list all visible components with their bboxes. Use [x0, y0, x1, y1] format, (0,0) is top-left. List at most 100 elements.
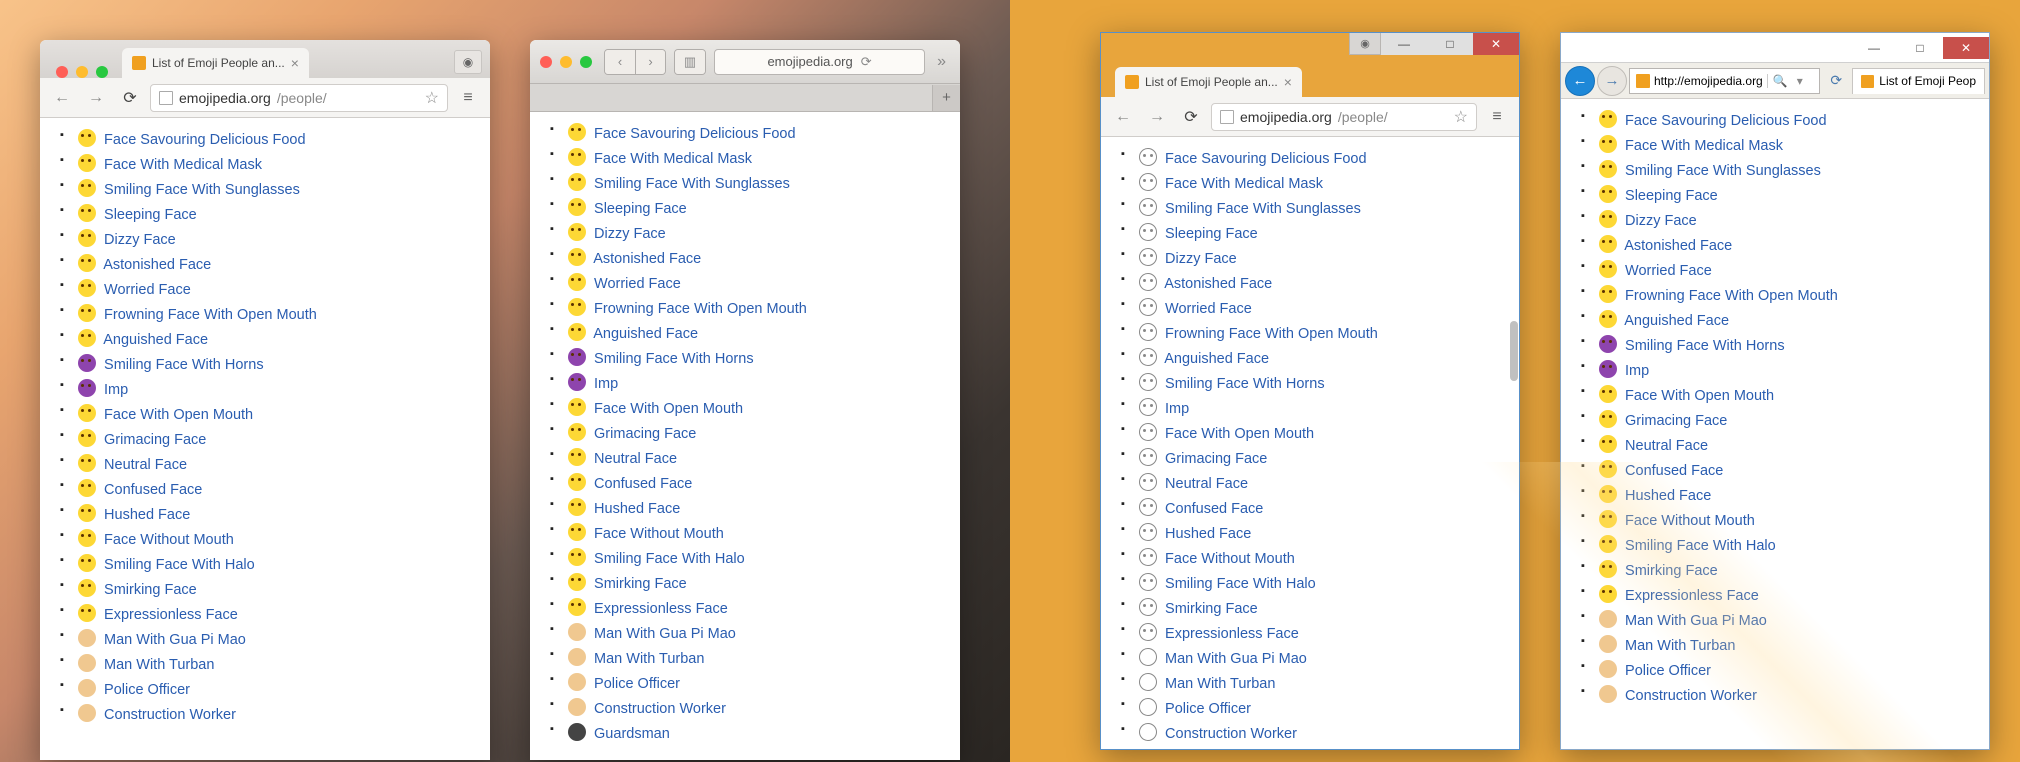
emoji-link[interactable]: Imp: [594, 376, 618, 392]
address-bar[interactable]: emojipedia.org ⟳: [714, 49, 925, 75]
address-bar[interactable]: emojipedia.org/people/ ☆: [1211, 103, 1477, 131]
emoji-link[interactable]: Construction Worker: [594, 701, 726, 717]
close-tab-icon[interactable]: ×: [291, 55, 299, 71]
reload-button[interactable]: ⟳: [116, 84, 144, 112]
maximize-button[interactable]: □: [1897, 37, 1943, 59]
emoji-link[interactable]: Man With Turban: [104, 657, 214, 673]
bookmark-icon[interactable]: ☆: [1454, 107, 1468, 127]
emoji-link[interactable]: Face Savouring Delicious Food: [594, 126, 796, 142]
emoji-link[interactable]: Smiling Face With Horns: [104, 357, 264, 373]
emoji-link[interactable]: Man With Gua Pi Mao: [1165, 651, 1307, 667]
emoji-link[interactable]: Face With Open Mouth: [104, 407, 253, 423]
emoji-link[interactable]: Grimacing Face: [1625, 413, 1727, 429]
emoji-link[interactable]: Man With Turban: [594, 651, 704, 667]
minimize-button[interactable]: —: [1381, 33, 1427, 55]
maximize-button[interactable]: □: [1427, 33, 1473, 55]
emoji-link[interactable]: Hushed Face: [1625, 488, 1711, 504]
sidebar-button[interactable]: ▥: [674, 49, 706, 75]
bookmark-icon[interactable]: ☆: [425, 88, 439, 108]
emoji-link[interactable]: Grimacing Face: [594, 426, 696, 442]
emoji-link[interactable]: Anguished Face: [103, 332, 208, 348]
emoji-link[interactable]: Smiling Face With Sunglasses: [1165, 201, 1361, 217]
forward-button[interactable]: →: [1143, 103, 1171, 131]
forward-button[interactable]: →: [82, 84, 110, 112]
emoji-link[interactable]: Smiling Face With Sunglasses: [594, 176, 790, 192]
emoji-link[interactable]: Confused Face: [1625, 463, 1723, 479]
emoji-link[interactable]: Imp: [1625, 363, 1649, 379]
emoji-link[interactable]: Face Without Mouth: [1165, 551, 1295, 567]
emoji-link[interactable]: Frowning Face With Open Mouth: [594, 301, 807, 317]
emoji-link[interactable]: Sleeping Face: [1625, 188, 1718, 204]
emoji-link[interactable]: Neutral Face: [1625, 438, 1708, 454]
emoji-link[interactable]: Guardsman: [594, 726, 670, 742]
emoji-link[interactable]: Smiling Face With Horns: [1625, 338, 1785, 354]
emoji-link[interactable]: Neutral Face: [1165, 476, 1248, 492]
emoji-link[interactable]: Smirking Face: [104, 582, 197, 598]
emoji-link[interactable]: Astonished Face: [1164, 276, 1272, 292]
emoji-link[interactable]: Smirking Face: [594, 576, 687, 592]
emoji-link[interactable]: Frowning Face With Open Mouth: [104, 307, 317, 323]
profile-button[interactable]: ◉: [1349, 33, 1381, 55]
emoji-link[interactable]: Anguished Face: [1624, 313, 1729, 329]
profile-button[interactable]: ◉: [454, 50, 482, 74]
emoji-link[interactable]: Sleeping Face: [1165, 226, 1258, 242]
emoji-link[interactable]: Police Officer: [1625, 663, 1711, 679]
emoji-link[interactable]: Astonished Face: [103, 257, 211, 273]
address-bar[interactable]: emojipedia.org/people/ ☆: [150, 84, 448, 112]
emoji-link[interactable]: Smiling Face With Halo: [104, 557, 255, 573]
reload-button[interactable]: ⟳: [1822, 72, 1850, 89]
emoji-link[interactable]: Anguished Face: [1164, 351, 1269, 367]
emoji-link[interactable]: Confused Face: [594, 476, 692, 492]
emoji-link[interactable]: Dizzy Face: [1625, 213, 1697, 229]
emoji-link[interactable]: Dizzy Face: [104, 232, 176, 248]
back-button[interactable]: ←: [48, 84, 76, 112]
forward-button[interactable]: →: [1597, 66, 1627, 96]
emoji-link[interactable]: Hushed Face: [594, 501, 680, 517]
emoji-link[interactable]: Smirking Face: [1165, 601, 1258, 617]
emoji-link[interactable]: Confused Face: [104, 482, 202, 498]
back-button[interactable]: ←: [1565, 66, 1595, 96]
emoji-link[interactable]: Face With Medical Mask: [104, 157, 262, 173]
emoji-link[interactable]: Grimacing Face: [104, 432, 206, 448]
new-tab-button[interactable]: +: [932, 85, 960, 111]
maximize-icon[interactable]: [580, 56, 592, 68]
emoji-link[interactable]: Face With Open Mouth: [1625, 388, 1774, 404]
emoji-link[interactable]: Expressionless Face: [594, 601, 728, 617]
emoji-link[interactable]: Face With Medical Mask: [594, 151, 752, 167]
emoji-link[interactable]: Dizzy Face: [1165, 251, 1237, 267]
emoji-link[interactable]: Confused Face: [1165, 501, 1263, 517]
emoji-link[interactable]: Smiling Face With Horns: [1165, 376, 1325, 392]
emoji-link[interactable]: Face Savouring Delicious Food: [104, 132, 306, 148]
back-button[interactable]: ←: [1109, 103, 1137, 131]
emoji-link[interactable]: Face Savouring Delicious Food: [1625, 113, 1827, 129]
address-bar[interactable]: http://emojipedia.org 🔍 ▾: [1629, 68, 1820, 94]
emoji-link[interactable]: Worried Face: [1625, 263, 1712, 279]
emoji-link[interactable]: Frowning Face With Open Mouth: [1625, 288, 1838, 304]
emoji-link[interactable]: Smiling Face With Halo: [1165, 576, 1316, 592]
emoji-link[interactable]: Face With Open Mouth: [594, 401, 743, 417]
browser-tab[interactable]: List of Emoji People an... ×: [122, 48, 309, 78]
minimize-icon[interactable]: [560, 56, 572, 68]
emoji-link[interactable]: Smiling Face With Sunglasses: [104, 182, 300, 198]
menu-button[interactable]: ≡: [1483, 103, 1511, 131]
emoji-link[interactable]: Smirking Face: [1625, 563, 1718, 579]
emoji-link[interactable]: Man With Gua Pi Mao: [594, 626, 736, 642]
emoji-link[interactable]: Police Officer: [104, 682, 190, 698]
emoji-link[interactable]: Construction Worker: [104, 707, 236, 723]
forward-button[interactable]: ›: [635, 50, 665, 74]
emoji-link[interactable]: Man With Turban: [1625, 638, 1735, 654]
emoji-link[interactable]: Face With Medical Mask: [1625, 138, 1783, 154]
emoji-link[interactable]: Grimacing Face: [1165, 451, 1267, 467]
emoji-link[interactable]: Anguished Face: [593, 326, 698, 342]
search-icon[interactable]: 🔍: [1767, 74, 1793, 88]
emoji-link[interactable]: Face With Medical Mask: [1165, 176, 1323, 192]
emoji-link[interactable]: Construction Worker: [1625, 688, 1757, 704]
emoji-link[interactable]: Worried Face: [594, 276, 681, 292]
emoji-link[interactable]: Expressionless Face: [1165, 626, 1299, 642]
emoji-link[interactable]: Man With Gua Pi Mao: [1625, 613, 1767, 629]
emoji-link[interactable]: Face Without Mouth: [1625, 513, 1755, 529]
emoji-link[interactable]: Imp: [1165, 401, 1189, 417]
maximize-icon[interactable]: [96, 66, 108, 78]
emoji-link[interactable]: Worried Face: [104, 282, 191, 298]
emoji-link[interactable]: Sleeping Face: [594, 201, 687, 217]
